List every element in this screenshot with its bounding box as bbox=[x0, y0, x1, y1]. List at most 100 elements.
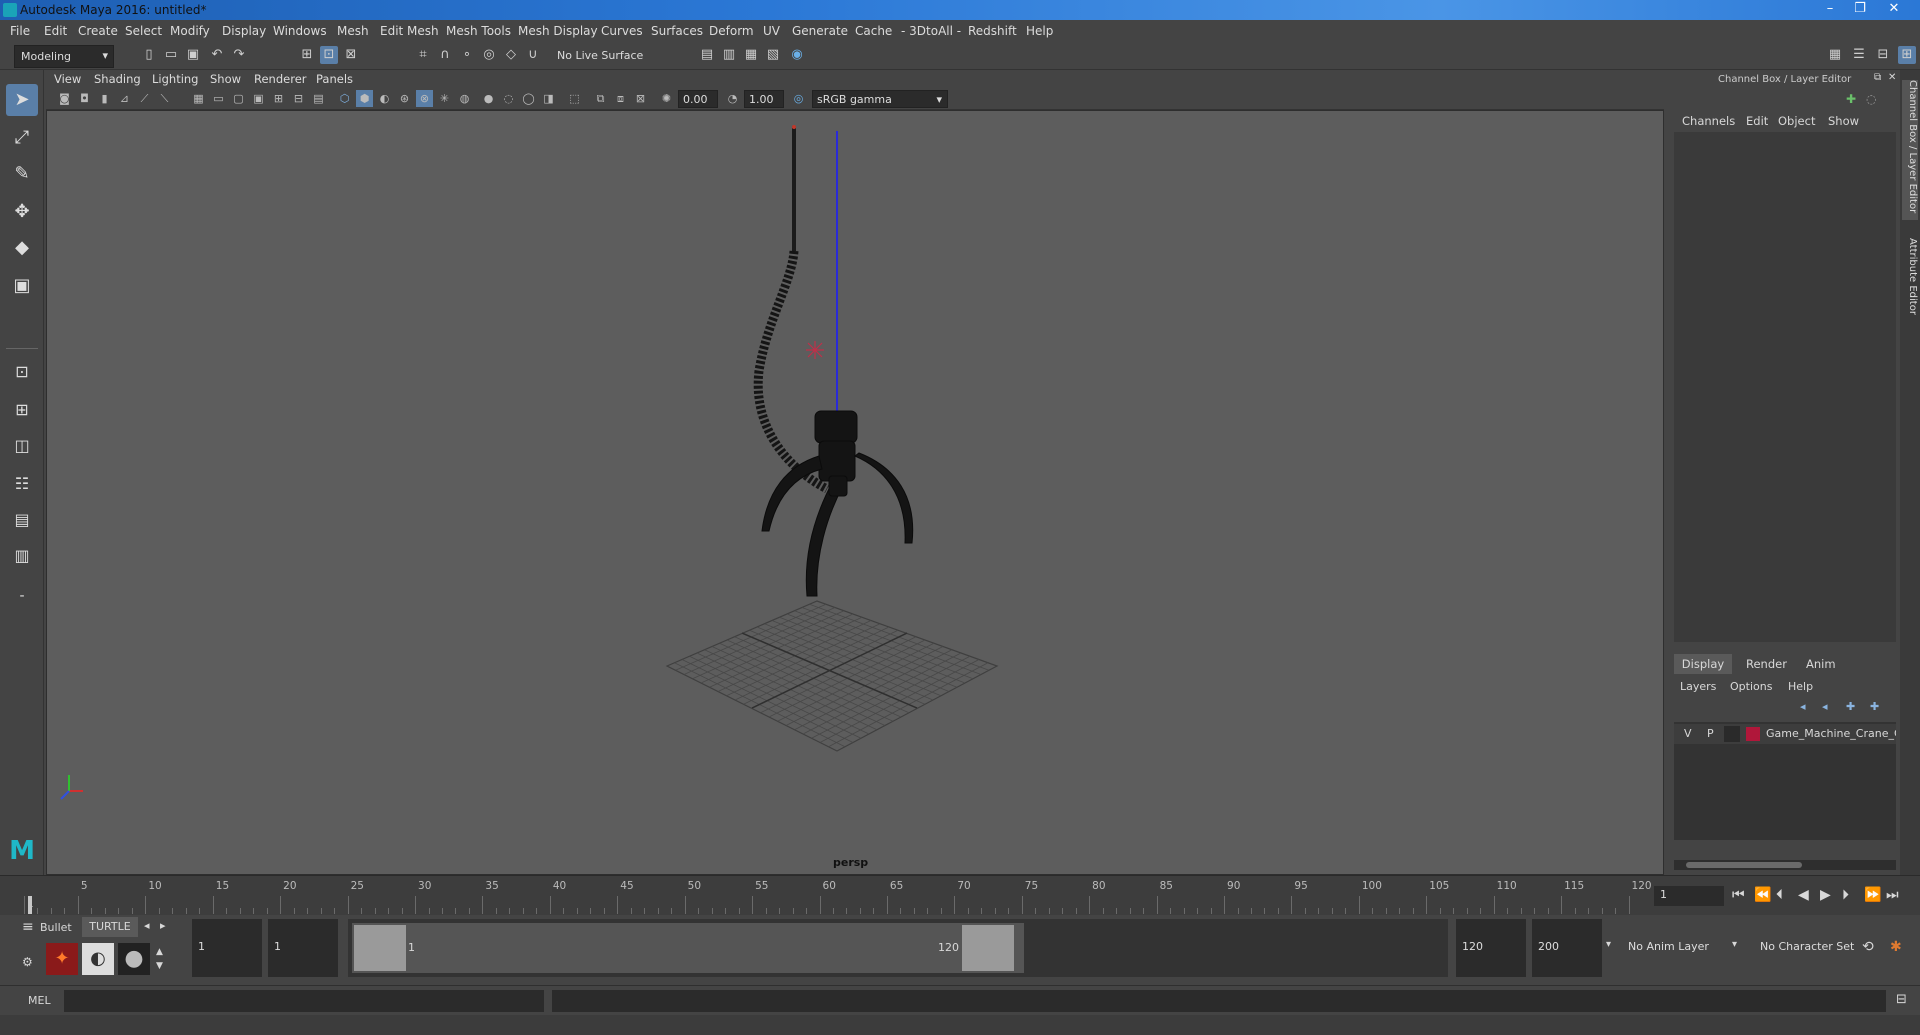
panel-menu-shading[interactable]: Shading bbox=[94, 72, 141, 86]
snap-grid-icon[interactable]: ⌗ bbox=[414, 46, 432, 64]
go-to-end-icon[interactable]: ⏭ bbox=[1886, 887, 1899, 903]
new-layer-icon[interactable]: ✚ bbox=[1846, 700, 1855, 713]
menu-mesh[interactable]: Mesh bbox=[337, 24, 369, 38]
menu-file[interactable]: File bbox=[10, 24, 30, 38]
channels-tab[interactable]: Channels bbox=[1682, 114, 1735, 128]
anim-layer-selector[interactable]: No Anim Layer bbox=[1622, 919, 1726, 977]
textured-icon[interactable]: ⊛ bbox=[396, 90, 413, 107]
snap-view-icon[interactable]: ◎ bbox=[480, 46, 498, 64]
mel-label[interactable]: MEL bbox=[28, 994, 51, 1007]
playback-end-field[interactable]: 120 bbox=[1456, 919, 1526, 977]
preferences-icon[interactable]: ✱ bbox=[1890, 939, 1902, 955]
single-view-layout-icon[interactable]: ⊡ bbox=[6, 356, 38, 388]
menu-edit-mesh[interactable]: Edit Mesh bbox=[380, 24, 439, 38]
field-chart-icon[interactable]: ▣ bbox=[250, 90, 267, 107]
panel-menu-show[interactable]: Show bbox=[210, 72, 241, 86]
step-back-key-icon[interactable]: ⏪ bbox=[1754, 887, 1771, 903]
float-panel-icon[interactable]: ⧉ bbox=[1874, 72, 1881, 83]
four-view-layout-icon[interactable]: ⊞ bbox=[6, 394, 38, 426]
film-gate-icon[interactable]: ⟋ bbox=[136, 90, 153, 107]
character-set-selector[interactable]: No Character Set bbox=[1754, 919, 1864, 977]
two-view-layout-icon[interactable]: ◫ bbox=[6, 430, 38, 462]
select-icon[interactable]: ➤ bbox=[6, 84, 38, 116]
layer-row[interactable]: V P Game_Machine_Crane_C bbox=[1674, 724, 1896, 744]
layer-scrollbar-thumb[interactable] bbox=[1686, 862, 1802, 868]
hypershade-layout-icon[interactable]: ▥ bbox=[6, 540, 38, 572]
shelf-menu-icon[interactable]: ≡ bbox=[22, 919, 34, 935]
command-input[interactable] bbox=[64, 990, 544, 1012]
render-view-icon[interactable]: ▤ bbox=[698, 46, 716, 64]
range-slider-bar[interactable] bbox=[352, 923, 1024, 973]
gamma-field[interactable]: 1.00 bbox=[744, 90, 784, 108]
undo-icon[interactable]: ↶ bbox=[208, 46, 226, 64]
lights-icon[interactable]: ⊗ bbox=[416, 90, 433, 107]
script-editor-icon[interactable]: ⊟ bbox=[1896, 992, 1907, 1007]
panel-menu-panels[interactable]: Panels bbox=[316, 72, 353, 86]
menu-curves[interactable]: Curves bbox=[601, 24, 643, 38]
show-tab[interactable]: Show bbox=[1828, 114, 1859, 128]
snap-curve-icon[interactable]: ∩ bbox=[436, 46, 454, 64]
start-time-field[interactable]: 1 bbox=[192, 919, 262, 977]
isolate-select-icon[interactable]: ⬚ bbox=[566, 90, 583, 107]
layer-name[interactable]: Game_Machine_Crane_C bbox=[1766, 727, 1896, 740]
ipr-render-icon[interactable]: ▦ bbox=[742, 46, 760, 64]
channel-box-icon[interactable]: ⊞ bbox=[1898, 46, 1916, 64]
step-back-icon[interactable]: ⏴ bbox=[1776, 887, 1783, 903]
image-plane-icon[interactable]: ⊿ bbox=[116, 90, 133, 107]
backface-icon[interactable]: ⊠ bbox=[632, 90, 649, 107]
menu-select[interactable]: Select bbox=[125, 24, 162, 38]
menu-windows[interactable]: Windows bbox=[273, 24, 327, 38]
layers-menu[interactable]: Layers bbox=[1680, 680, 1716, 693]
menu-mesh-tools[interactable]: Mesh Tools bbox=[446, 24, 511, 38]
smooth-shade-icon[interactable]: ⬢ bbox=[356, 90, 373, 107]
bookmark-icon[interactable]: ▮ bbox=[96, 90, 113, 107]
range-slider[interactable]: 1 120 bbox=[348, 919, 1448, 977]
close-button[interactable]: ✕ bbox=[1880, 0, 1908, 18]
outliner-layout-icon[interactable]: ☷ bbox=[6, 468, 38, 500]
bullet-shelf-tab[interactable]: Bullet bbox=[40, 921, 72, 934]
menu-edit[interactable]: Edit bbox=[44, 24, 67, 38]
range-start-handle[interactable] bbox=[354, 925, 406, 971]
menu-help[interactable]: Help bbox=[1026, 24, 1053, 38]
grid-toggle-icon[interactable]: ▦ bbox=[190, 90, 207, 107]
attribute-editor-icon[interactable]: ☰ bbox=[1850, 46, 1868, 64]
current-time-marker[interactable] bbox=[28, 896, 32, 914]
key-icon[interactable]: ✚ bbox=[1846, 92, 1856, 106]
xray-icon[interactable]: ◨ bbox=[540, 90, 557, 107]
menu-create[interactable]: Create bbox=[78, 24, 118, 38]
layer-type-toggle[interactable] bbox=[1724, 726, 1740, 742]
anim-layer-tab[interactable]: Anim bbox=[1806, 657, 1836, 671]
filter-icon[interactable]: ◌ bbox=[1866, 92, 1876, 106]
menu-deform[interactable]: Deform bbox=[709, 24, 754, 38]
playback-start-field[interactable]: 1 bbox=[268, 919, 338, 977]
save-scene-icon[interactable]: ▣ bbox=[184, 46, 202, 64]
chevron-down-icon[interactable]: ▾ bbox=[1606, 939, 1611, 950]
camera-icon[interactable]: ◙ bbox=[56, 90, 73, 107]
end-time-field[interactable]: 200 bbox=[1532, 919, 1602, 977]
snap-point-icon[interactable]: ∘ bbox=[458, 46, 476, 64]
hypershade-icon[interactable]: ◉ bbox=[788, 46, 806, 64]
layer-color-swatch[interactable] bbox=[1746, 727, 1760, 741]
wireframe-icon[interactable]: ⬡ bbox=[336, 90, 353, 107]
shelf-scroll-up-icon[interactable]: ▲ bbox=[156, 947, 163, 957]
display-layer-tab[interactable]: Display bbox=[1674, 654, 1732, 674]
modeling-toolkit-icon[interactable]: ▦ bbox=[1826, 46, 1844, 64]
time-ruler[interactable]: 1510152025303540455055606570758085909510… bbox=[24, 876, 1652, 916]
shelf-next-icon[interactable]: ▸ bbox=[160, 919, 166, 932]
help-menu[interactable]: Help bbox=[1788, 680, 1813, 693]
shadows-icon[interactable]: ✳ bbox=[436, 90, 453, 107]
overscan-icon[interactable]: ⊟ bbox=[290, 90, 307, 107]
shelf-scroll-down-icon[interactable]: ▼ bbox=[156, 961, 163, 971]
exposure-field[interactable]: 0.00 bbox=[678, 90, 718, 108]
minimize-button[interactable]: – bbox=[1816, 0, 1844, 18]
resolution-gate-icon[interactable]: ⟍ bbox=[156, 90, 173, 107]
options-menu[interactable]: Options bbox=[1730, 680, 1772, 693]
auto-key-icon[interactable]: ⟲ bbox=[1862, 939, 1874, 955]
render-settings-icon[interactable]: ▧ bbox=[764, 46, 782, 64]
graph-layout-icon[interactable]: ▤ bbox=[6, 504, 38, 536]
lasso-icon[interactable]: ⤢ bbox=[6, 122, 38, 154]
safe-action-icon[interactable]: ▭ bbox=[210, 90, 227, 107]
object-tab[interactable]: Object bbox=[1778, 114, 1815, 128]
paint-icon[interactable]: ✎ bbox=[6, 158, 38, 190]
scale-icon[interactable]: ▣ bbox=[6, 270, 38, 302]
